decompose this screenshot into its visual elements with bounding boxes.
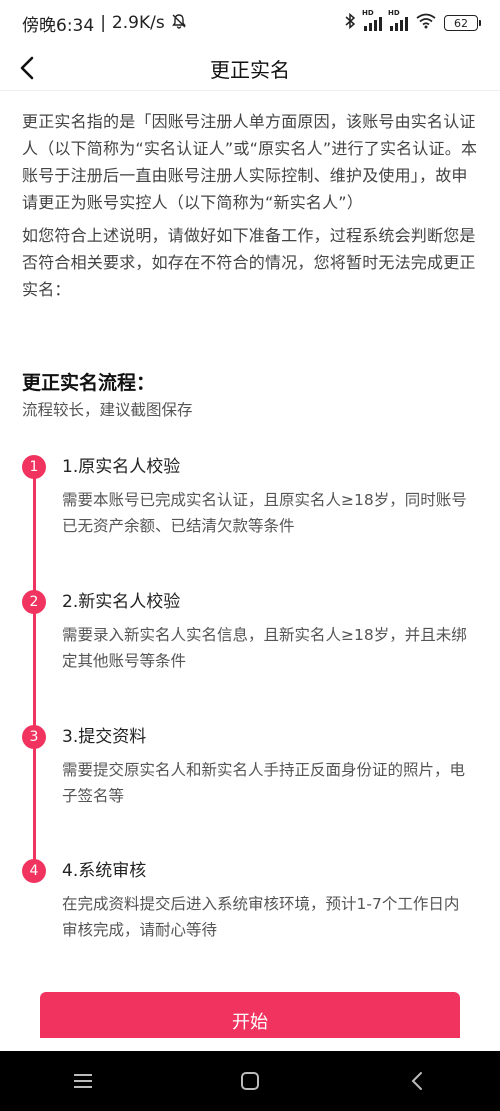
- wifi-icon: [416, 13, 436, 34]
- flow-timeline: 1 1.原实名人校验 需要本账号已完成实名认证，且原实名人≥18岁，同时账号已无…: [22, 455, 478, 939]
- network-speed: 2.9K/s: [111, 13, 165, 33]
- start-button[interactable]: 开始: [40, 992, 460, 1038]
- battery-icon: 62: [444, 15, 481, 31]
- step-description: 需要提交原实名人和新实名人手持正反面身份证的照片，电子签名等: [62, 761, 466, 805]
- status-time: 傍晚6:34: [22, 15, 95, 36]
- flow-subtitle: 流程较长，建议截图保存: [22, 401, 193, 419]
- status-right: HD HD 62: [344, 9, 481, 34]
- step-number-badge: 2: [22, 590, 46, 614]
- status-divider: |: [100, 13, 106, 33]
- step-number-badge: 3: [22, 725, 46, 749]
- battery-level: 62: [454, 16, 468, 30]
- step-title: 3.提交资料: [62, 727, 147, 747]
- step-number-badge: 4: [22, 859, 46, 883]
- system-nav-bar: [0, 1051, 500, 1111]
- step-title: 1.原实名人校验: [62, 457, 181, 477]
- intro-paragraph-1: 更正实名指的是「因账号注册人单方面原因，该账号由实名认证人（以下简称为“实名认证…: [22, 112, 478, 212]
- signal-icon: HD: [362, 9, 382, 31]
- signal-icon: HD: [388, 9, 408, 31]
- hd-label: HD: [362, 9, 374, 17]
- menu-icon[interactable]: [53, 1061, 113, 1101]
- back-nav-icon[interactable]: [387, 1061, 447, 1101]
- step-number-badge: 1: [22, 455, 46, 479]
- intro-paragraph-2: 如您符合上述说明，请做好如下准备工作，过程系统会判断您是否符合相关要求，如存在不…: [22, 226, 476, 299]
- status-left: 傍晚6:34 | 2.9K/s: [22, 11, 187, 36]
- hd-label: HD: [388, 9, 400, 17]
- back-button[interactable]: [12, 52, 44, 84]
- step-description: 需要本账号已完成实名认证，且原实名人≥18岁，同时账号已无资产余额、已结清欠款等…: [62, 491, 467, 535]
- page-title: 更正实名: [210, 57, 290, 82]
- bell-off-icon: [171, 13, 187, 34]
- home-icon[interactable]: [220, 1061, 280, 1101]
- step-title: 4.系统审核: [62, 861, 147, 881]
- nav-bar: 更正实名: [0, 46, 500, 91]
- intro-section: 更正实名指的是「因账号注册人单方面原因，该账号由实名认证人（以下简称为“实名认证…: [22, 108, 478, 309]
- status-bar: 傍晚6:34 | 2.9K/s HD HD 62: [0, 0, 500, 46]
- bluetooth-icon: [344, 12, 356, 34]
- timeline-line: [33, 467, 36, 875]
- step-description: 在完成资料提交后进入系统审核环境，预计1-7个工作日内审核完成，请耐心等待: [62, 895, 460, 939]
- step-description: 需要录入新实名人实名信息，且新实名人≥18岁，并且未绑定其他账号等条件: [62, 626, 467, 670]
- flow-title: 更正实名流程：: [22, 372, 156, 394]
- step-title: 2.新实名人校验: [62, 592, 181, 612]
- chevron-left-icon: [20, 56, 34, 80]
